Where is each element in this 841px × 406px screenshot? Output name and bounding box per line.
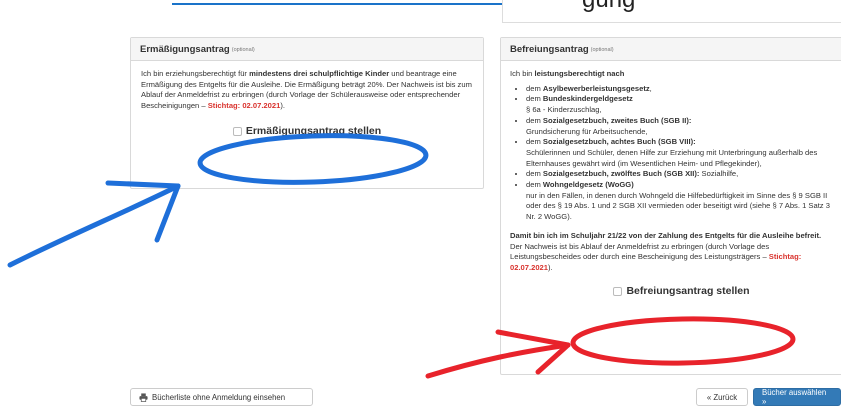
exemption-panel: Befreiungsantrag (optional) Ich bin leis… <box>500 37 841 375</box>
exemption-panel-header: Befreiungsantrag (optional) <box>501 38 841 61</box>
blue-annotation-arrow <box>7 183 181 268</box>
exemption-intro-bold: leistungsberechtigt nach <box>534 69 625 78</box>
reduction-panel-header: Ermäßigungsantrag (optional) <box>131 38 483 61</box>
exemption-checkbox-label[interactable]: Befreiungsantrag stellen <box>626 285 749 297</box>
reduction-checkbox-row[interactable]: Ermäßigungsantrag stellen <box>141 126 473 137</box>
back-button[interactable]: « Zurück <box>696 388 748 406</box>
exemption-law-list: dem Asylbewerberleistungsgesetz, dem Bun… <box>510 84 833 223</box>
list-item: dem Asylbewerberleistungsgesetz, <box>526 84 833 95</box>
reduction-text-bold: mindestens drei schulpflichtige Kinder <box>249 69 390 78</box>
exemption-checkbox-row[interactable]: Befreiungsantrag stellen <box>510 285 833 297</box>
view-booklist-label[interactable]: Bücherliste ohne Anmeldung einsehen <box>152 393 285 402</box>
reduction-deadline: Stichtag: 02.07.2021 <box>207 101 281 111</box>
list-item: dem Sozialgesetzbuch, achtes Buch (SGB V… <box>526 137 833 169</box>
exemption-intro-text: Ich bin <box>510 69 535 78</box>
exemption-summary-bold: Damit bin ich im Schuljahr 21/22 von der… <box>510 230 822 240</box>
top-partial-header: gung <box>0 0 841 24</box>
reduction-panel: Ermäßigungsantrag (optional) Ich bin erz… <box>130 37 484 189</box>
reduction-checkbox[interactable] <box>232 126 242 136</box>
printer-icon <box>139 392 148 402</box>
exemption-intro: Ich bin leistungsberechtigt nach <box>510 69 833 80</box>
exemption-panel-title: Befreiungsantrag <box>510 43 589 55</box>
top-right-box <box>502 0 841 23</box>
reduction-checkbox-label[interactable]: Ermäßigungsantrag stellen <box>246 126 381 137</box>
select-books-button[interactable]: Bücher auswählen » <box>753 388 841 406</box>
list-item: dem Bundeskindergeldgesetz§ 6a - Kinderz… <box>526 94 833 115</box>
reduction-panel-body: Ich bin erziehungsberechtigt für mindest… <box>131 61 483 145</box>
view-booklist-button[interactable]: Bücherliste ohne Anmeldung einsehen <box>130 388 313 406</box>
reduction-text-1: Ich bin erziehungsberechtigt für <box>141 69 250 78</box>
reduction-optional-label: (optional) <box>231 47 255 53</box>
exemption-optional-label: (optional) <box>590 47 614 53</box>
reduction-description: Ich bin erziehungsberechtigt für mindest… <box>141 69 473 112</box>
list-item: dem Wohngeldgesetz (WoGG)nur in den Fäll… <box>526 180 833 223</box>
list-item: dem Sozialgesetzbuch, zweites Buch (SGB … <box>526 116 833 137</box>
exemption-summary: Damit bin ich im Schuljahr 21/22 von der… <box>510 231 833 274</box>
list-item: dem Sozialgesetzbuch, zwölftes Buch (SGB… <box>526 169 833 180</box>
top-partial-text: gung <box>582 0 635 14</box>
reduction-panel-title: Ermäßigungsantrag <box>140 43 230 55</box>
back-label[interactable]: « Zurück <box>707 393 737 402</box>
blue-arrow-head-lower <box>154 183 181 243</box>
exemption-summary-end: ). <box>548 262 553 272</box>
exemption-summary-text: Der Nachweis ist bis Ablauf der Anmeldef… <box>510 241 770 262</box>
exemption-checkbox[interactable] <box>613 286 623 296</box>
select-books-label[interactable]: Bücher auswählen » <box>762 388 832 406</box>
exemption-panel-body: Ich bin leistungsberechtigt nach dem Asy… <box>501 61 841 304</box>
reduction-text-3: ). <box>280 101 285 111</box>
